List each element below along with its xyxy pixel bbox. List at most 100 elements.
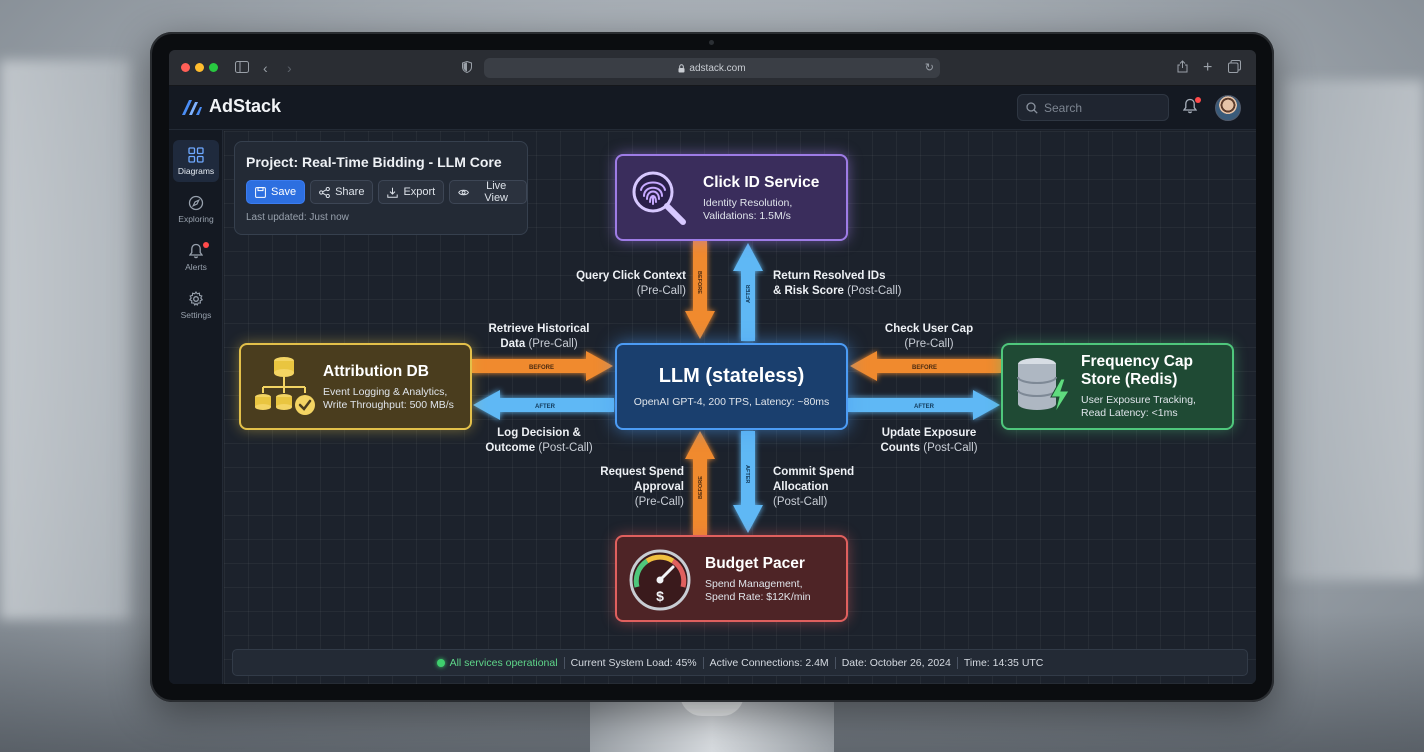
database-tree-check-icon — [255, 357, 315, 415]
live-view-button[interactable]: Live View — [449, 180, 527, 204]
sidebar-item-diagrams[interactable]: Diagrams — [173, 140, 219, 182]
node-desc: OpenAI GPT-4, 200 TPS, Latency: ~80ms — [633, 396, 830, 408]
edge-label-check-user-cap: Check User Cap (Pre-Call) — [834, 322, 1024, 352]
edge-label-query-click: Query Click Context (Pre-Call) — [534, 269, 686, 299]
node-desc-line-1: Event Logging & Analytics, — [323, 386, 448, 398]
edge-label-line-2b: (Pre-Call) — [528, 338, 578, 350]
project-panel: Project: Real-Time Bidding - LLM Core Sa… — [234, 141, 528, 235]
fingerprint-magnifier-icon — [632, 171, 686, 225]
lock-icon — [678, 63, 685, 72]
edge-label-line-1: Update Exposure — [881, 427, 977, 439]
edge-label-line-1: Return Resolved IDs — [773, 270, 886, 282]
node-llm-stateless[interactable]: LLM (stateless) OpenAI GPT-4, 200 TPS, L… — [615, 343, 848, 430]
address-bar[interactable]: adstack.com ↻ — [484, 58, 940, 78]
node-title: Attribution DB — [323, 363, 429, 380]
share-button[interactable]: Share — [310, 180, 374, 204]
status-ok-dot-icon — [436, 658, 445, 667]
sidebar-item-alerts[interactable]: Alerts — [173, 236, 219, 278]
node-frequency-cap-store[interactable]: Frequency Cap Store (Redis) User Exposur… — [1001, 343, 1234, 430]
arrow-text-after-top: AFTER — [746, 285, 752, 303]
edge-label-line-2a: Outcome — [485, 442, 536, 454]
save-icon — [255, 186, 266, 198]
window-close-button[interactable] — [181, 63, 190, 72]
arrow-text-before-right: BEFORE — [912, 365, 937, 371]
sidebar-item-settings[interactable]: Settings — [173, 284, 219, 326]
edge-label-line-2a: Data — [500, 338, 526, 350]
edge-label-line-3: (Post-Call) — [773, 496, 828, 508]
sidebar-toggle-icon[interactable] — [235, 59, 249, 77]
app-logo[interactable]: AdStack — [181, 96, 281, 117]
edge-label-retrieve-historical: Retrieve Historical Data (Pre-Call) — [444, 322, 634, 352]
edge-label-line-1: Query Click Context — [576, 270, 686, 282]
status-operational-text: All services operational — [449, 656, 558, 669]
edge-label-line-1: Commit Spend — [773, 466, 855, 478]
search-icon — [1026, 101, 1038, 114]
compass-icon — [188, 195, 204, 210]
arrow-text-after-right: AFTER — [914, 404, 935, 410]
speedometer-dollar-icon: $ — [629, 549, 691, 611]
search-box[interactable] — [1017, 94, 1169, 121]
share-icon — [319, 186, 330, 198]
node-attribution-db[interactable]: Attribution DB Event Logging & Analytics… — [239, 343, 472, 430]
alert-bell-icon — [189, 243, 203, 258]
edge-label-line-2a: Counts — [880, 442, 921, 454]
status-active-connections: Active Connections: 2.4M — [702, 656, 835, 669]
app-header: AdStack — [169, 86, 1256, 130]
search-input[interactable] — [1044, 100, 1154, 115]
edge-label-line-2a: & Risk Score — [773, 285, 844, 297]
node-click-id-service[interactable]: Click ID Service Identity Resolution, Va… — [615, 154, 848, 241]
node-desc-line-2: Write Throughput: 500 MB/s — [323, 399, 454, 411]
notification-badge — [1195, 97, 1201, 103]
edge-label-request-spend: Request Spend Approval (Pre-Call) — [554, 465, 684, 510]
edge-label-line-2b: (Post-Call) — [847, 285, 902, 297]
forward-icon[interactable]: › — [287, 59, 292, 77]
edge-label-line-1: Request Spend — [600, 466, 684, 478]
export-button-label: Export — [403, 186, 436, 198]
project-title: Project: Real-Time Bidding - LLM Core — [246, 154, 502, 170]
url-text: adstack.com — [689, 62, 746, 74]
window-zoom-button[interactable] — [209, 63, 218, 72]
edge-label-line-1: Check User Cap — [884, 323, 974, 335]
arrow-text-after-bottom: AFTER — [744, 465, 750, 483]
sidebar-item-label: Exploring — [178, 213, 214, 224]
sidebar: Diagrams Exploring Alerts Settings — [169, 130, 223, 684]
edge-label-return-ids: Return Resolved IDs & Risk Score (Post-C… — [773, 269, 901, 299]
app-name: AdStack — [209, 96, 282, 116]
sidebar-item-exploring[interactable]: Exploring — [173, 188, 219, 230]
alerts-badge — [203, 242, 209, 248]
adstack-logo-icon — [182, 99, 202, 115]
status-time: Time: 14:35 UTC — [956, 656, 1050, 669]
node-title-line-2: Store (Redis) — [1081, 371, 1178, 388]
last-updated-text: Last updated: Just now — [246, 212, 349, 223]
edge-label-log-decision: Log Decision & Outcome (Post-Call) — [444, 426, 634, 456]
browser-toolbar: ‹ › adstack.com ↻ + — [169, 50, 1256, 86]
monitor-camera — [709, 40, 714, 45]
grid-icon — [188, 146, 204, 163]
node-desc-line-2: Validations: 1.5M/s — [703, 210, 791, 222]
node-budget-pacer[interactable]: $ Budget Pacer Spend Management, Spend R… — [615, 535, 848, 622]
diagram-canvas[interactable]: BEFORE AFTER BEFORE AFTER BEFORE AFTER B… — [224, 131, 1256, 684]
sidebar-item-label: Settings — [180, 309, 212, 320]
share-page-icon[interactable] — [1177, 59, 1188, 77]
node-desc-line-1: Spend Management, — [705, 578, 803, 590]
edge-label-line-2: Allocation — [773, 481, 829, 493]
status-bar: All services operational Current System … — [232, 649, 1248, 676]
arrow-text-before-bottom: BEFORE — [698, 476, 704, 499]
user-avatar[interactable] — [1215, 95, 1241, 121]
node-desc-line-2: Spend Rate: $12K/min — [705, 591, 811, 603]
share-button-label: Share — [335, 186, 365, 198]
edge-label-line-1: Log Decision & — [497, 427, 581, 439]
privacy-shield-icon[interactable] — [462, 59, 472, 77]
sidebar-item-label: Diagrams — [177, 165, 215, 176]
database-bolt-icon — [1017, 358, 1070, 414]
export-button[interactable]: Export — [378, 180, 445, 204]
save-button[interactable]: Save — [246, 180, 306, 204]
window-minimize-button[interactable] — [195, 63, 204, 72]
status-system-load: Current System Load: 45% — [563, 656, 703, 669]
tab-overview-icon[interactable] — [1228, 59, 1241, 77]
back-icon[interactable]: ‹ — [263, 59, 268, 77]
new-tab-icon[interactable]: + — [1203, 59, 1212, 77]
reload-icon[interactable]: ↻ — [925, 61, 934, 74]
sidebar-item-label: Alerts — [185, 261, 207, 272]
node-desc-line-1: Identity Resolution, — [703, 197, 793, 209]
